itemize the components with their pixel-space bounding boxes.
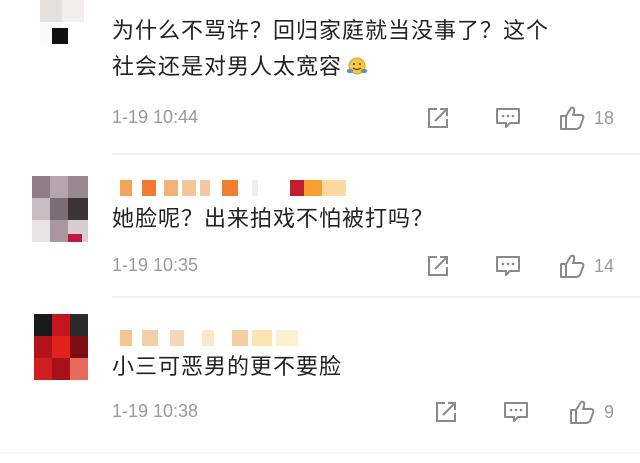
- share-icon: [428, 108, 448, 128]
- comment-item: 小三可恶男的更不要脸 1-19 10:38 9: [0, 300, 640, 463]
- like-count: 14: [594, 255, 615, 276]
- comment-feed: 为什么不骂许？回归家庭就当没事了？这个 社会还是对男人太宽容 1-19 10:4…: [0, 0, 640, 463]
- comment-item: 为什么不骂许？回归家庭就当没事了？这个 社会还是对男人太宽容 1-19 10:4…: [0, 0, 640, 150]
- avatar[interactable]: [32, 176, 88, 242]
- share-button[interactable]: [426, 104, 452, 132]
- comment-icon: [496, 256, 520, 276]
- comment-meta: 1-19 10:35 14: [112, 252, 616, 280]
- comment-icon: [504, 402, 528, 422]
- thumbs-up-icon: [560, 254, 585, 278]
- comment-meta: 1-19 10:38 9: [112, 398, 616, 426]
- reply-button[interactable]: [494, 104, 522, 132]
- divider: [0, 452, 640, 454]
- hugging-face-icon: [346, 54, 368, 90]
- like-button[interactable]: 14: [558, 252, 614, 280]
- timestamp: 1-19 10:38: [112, 401, 199, 421]
- avatar[interactable]: [40, 0, 84, 44]
- comment-text: 小三可恶男的更不要脸: [112, 355, 343, 380]
- comment-icon: [496, 108, 520, 128]
- avatar[interactable]: [34, 314, 88, 380]
- comment-meta: 1-19 10:44 18: [112, 104, 616, 132]
- reply-button[interactable]: [494, 252, 522, 280]
- share-button[interactable]: [434, 398, 460, 426]
- like-count: 18: [594, 107, 615, 128]
- timestamp: 1-19 10:35: [112, 255, 199, 275]
- like-count: 9: [604, 401, 615, 422]
- thumbs-up-icon: [560, 106, 585, 130]
- comment-text: 她脸呢？出来拍戏不怕被打吗？: [112, 207, 435, 232]
- divider: [112, 296, 640, 298]
- share-icon: [428, 256, 448, 276]
- like-button[interactable]: 18: [558, 104, 614, 132]
- comment-text: 为什么不骂许？回归家庭就当没事了？这个 社会还是对男人太宽容: [112, 14, 616, 90]
- comment-item: 她脸呢？出来拍戏不怕被打吗？ 1-19 10:35 14: [0, 150, 640, 300]
- reply-button[interactable]: [502, 398, 530, 426]
- thumbs-up-icon: [570, 400, 595, 424]
- timestamp: 1-19 10:44: [112, 107, 199, 127]
- share-button[interactable]: [426, 252, 452, 280]
- like-button[interactable]: 9: [568, 398, 614, 426]
- share-icon: [436, 402, 456, 422]
